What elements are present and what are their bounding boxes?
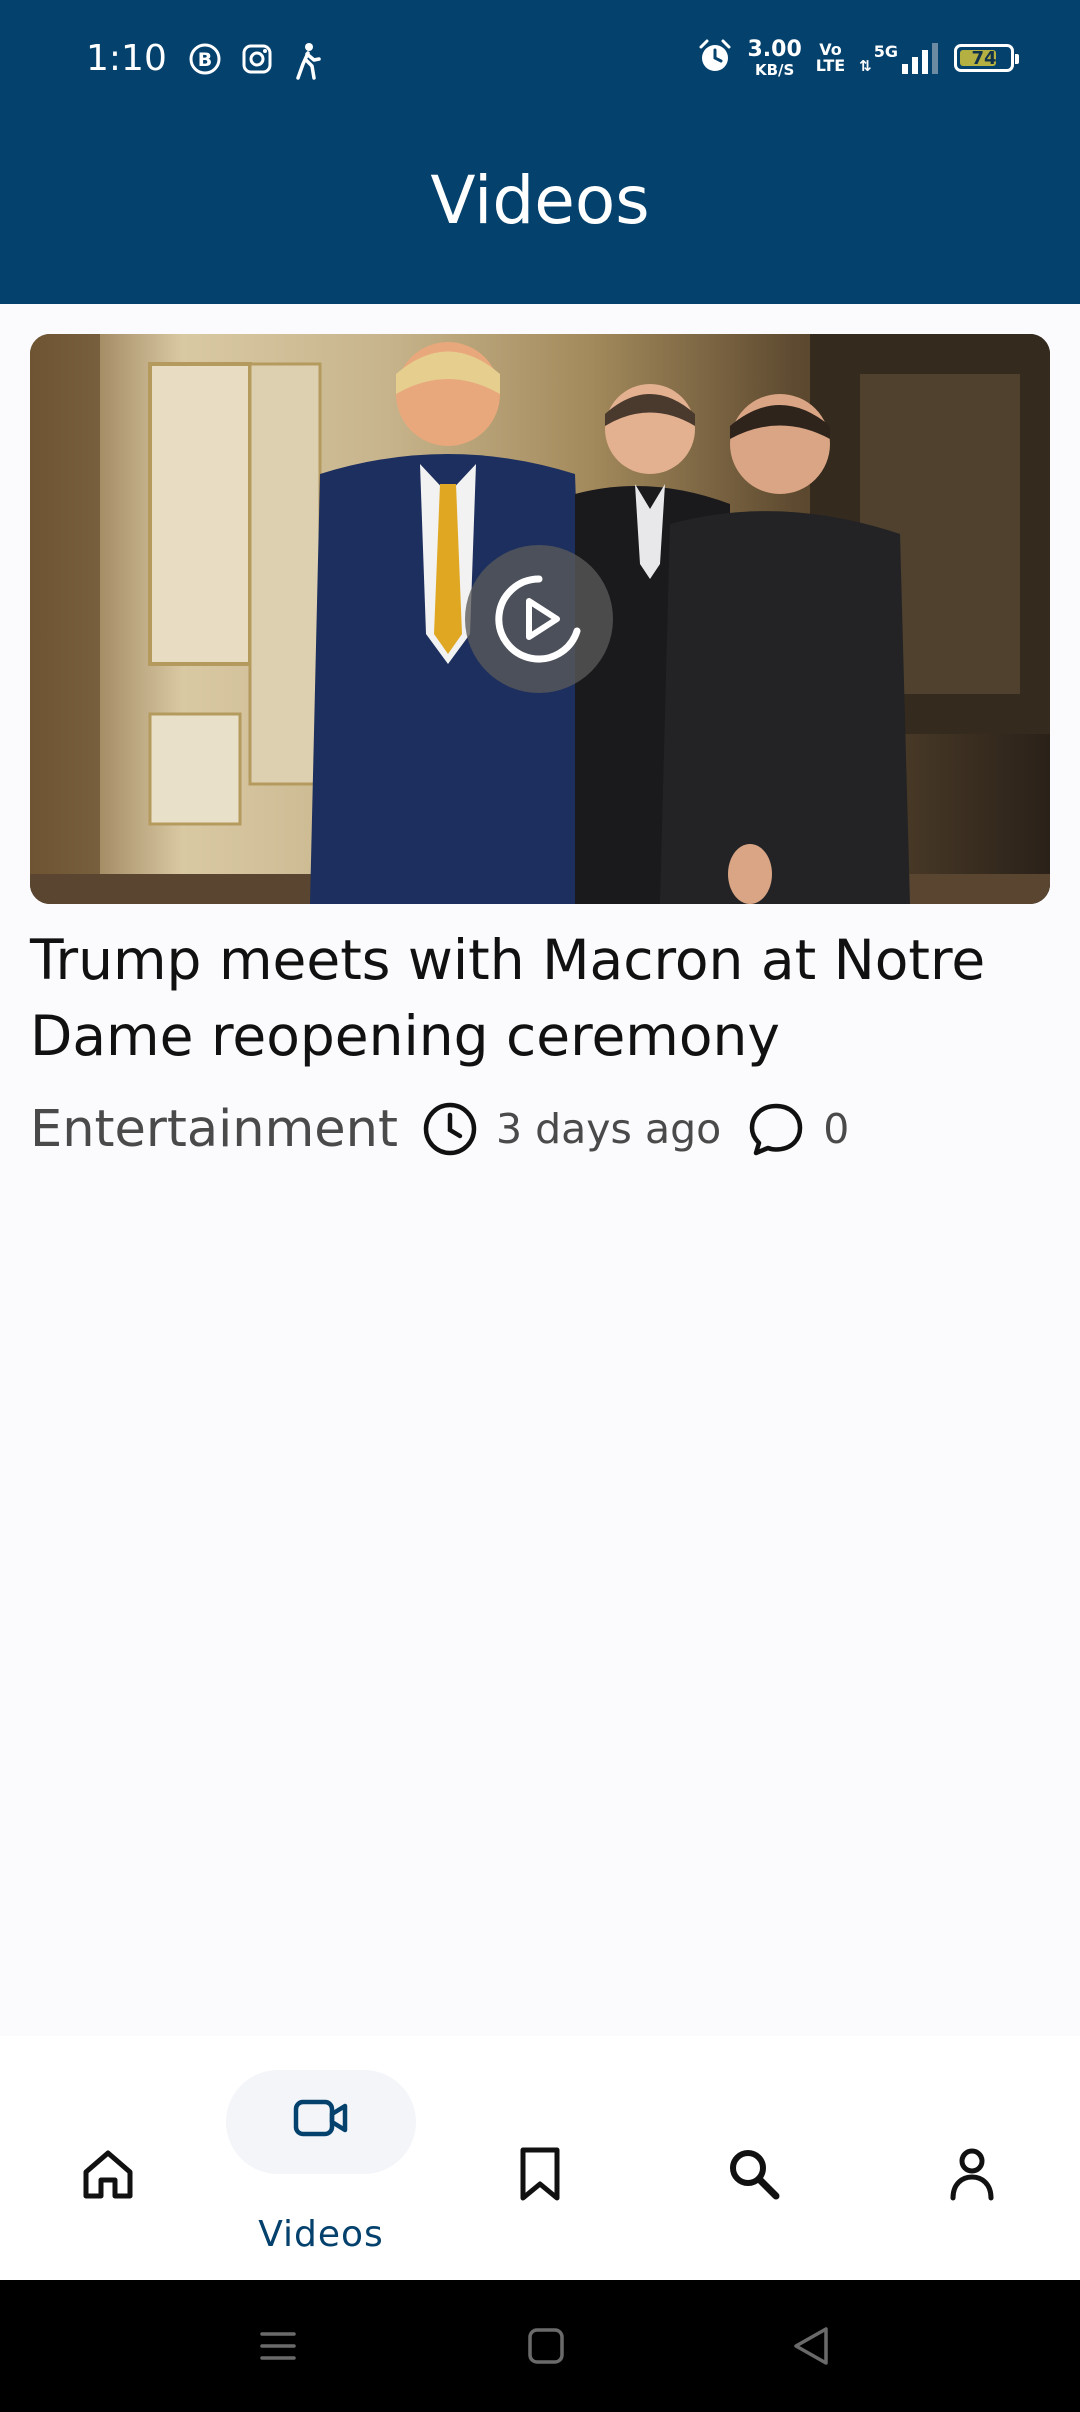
- app-bar: 1:10 B 3.00 KB/S Vo LTE ⇅ 5G 74 Videos: [0, 0, 1080, 304]
- battery-level: 74: [971, 47, 997, 69]
- status-right: 3.00 KB/S Vo LTE ⇅ 5G 74: [697, 36, 1019, 79]
- play-button[interactable]: [465, 545, 613, 693]
- search-icon: [730, 2150, 780, 2200]
- bookmark-icon: [520, 2147, 560, 2201]
- volte-bottom: LTE: [815, 56, 846, 75]
- video-thumbnail[interactable]: [30, 334, 1050, 904]
- back-icon[interactable]: [790, 2324, 832, 2372]
- video-category[interactable]: Entertainment: [30, 1100, 398, 1159]
- nav-bookmarks[interactable]: [492, 2126, 588, 2222]
- volte-indicator: Vo LTE: [816, 42, 845, 74]
- video-title[interactable]: Trump meets with Macron at Notre Dame re…: [30, 922, 1050, 1074]
- play-icon: [495, 575, 581, 663]
- status-left-icons: B: [188, 42, 322, 84]
- nav-search[interactable]: [706, 2126, 802, 2222]
- comment-icon[interactable]: [747, 1101, 805, 1157]
- svg-text:B: B: [198, 49, 212, 71]
- signal-icon: ⇅ 5G: [859, 42, 940, 74]
- bottom-nav: Videos: [0, 2036, 1080, 2280]
- nav-videos-label[interactable]: Videos: [216, 2214, 426, 2255]
- nav-home[interactable]: [60, 2126, 156, 2222]
- system-nav-bar: [0, 2280, 1080, 2412]
- home-icon: [83, 2150, 133, 2199]
- video-camera-icon: [293, 2099, 348, 2137]
- home-square-icon[interactable]: [526, 2326, 566, 2370]
- network-type: 5G: [873, 42, 898, 61]
- nav-profile[interactable]: [924, 2126, 1020, 2222]
- net-speed: 3.00 KB/S: [747, 36, 802, 79]
- battery-icon: 74: [954, 44, 1019, 72]
- walking-icon: [292, 42, 322, 84]
- net-speed-unit: KB/S: [754, 60, 795, 79]
- instagram-icon: [240, 42, 274, 84]
- status-time: 1:10: [86, 38, 167, 79]
- menu-icon[interactable]: [258, 2326, 298, 2370]
- clock-icon: [422, 1101, 478, 1157]
- b-circle-icon: B: [188, 42, 222, 84]
- alarm-icon: [697, 38, 733, 78]
- profile-icon: [950, 2148, 994, 2201]
- comment-count: 0: [823, 1105, 850, 1153]
- page-title: Videos: [430, 162, 650, 239]
- video-meta: Entertainment 3 days ago 0: [30, 1096, 849, 1162]
- net-speed-value: 3.00: [747, 36, 802, 62]
- video-time-ago: 3 days ago: [496, 1105, 722, 1153]
